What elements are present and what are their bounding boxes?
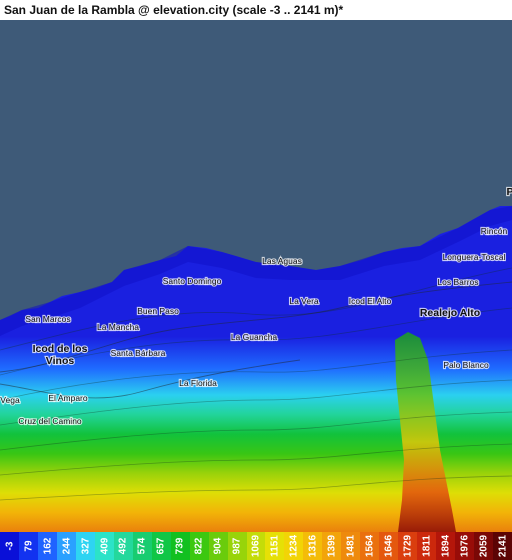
map-title: San Juan de la Rambla @ elevation.city (… <box>4 3 344 17</box>
legend-value-label: 1564 <box>364 534 376 558</box>
place-label-vega: Vega <box>0 395 20 405</box>
place-label-el-rincon: Rincón <box>481 226 508 236</box>
legend-value-label: 1894 <box>440 534 452 558</box>
place-label-realejo-alto: Realejo Alto <box>420 307 480 319</box>
legend-value-label: 1976 <box>459 534 471 558</box>
legend-cell: 1976 <box>455 532 475 560</box>
place-label-la-florida: La Florida <box>179 378 217 388</box>
legend-value-label: 987 <box>231 537 243 555</box>
legend-cell: 1729 <box>398 532 418 560</box>
place-label-santa-barbara: Santa Bárbara <box>111 348 166 358</box>
legend-cell: 2059 <box>474 532 494 560</box>
place-label-la-vera: La Vera <box>289 296 319 306</box>
place-label-la-guancha: La Guancha <box>231 332 278 342</box>
legend-cell: 574 <box>132 532 153 560</box>
legend-value-label: 657 <box>155 537 167 555</box>
legend-cell: 1316 <box>303 532 323 560</box>
legend-cell: 492 <box>113 532 134 560</box>
legend-cell: 79 <box>18 532 39 560</box>
legend-value-label: 739 <box>174 537 186 555</box>
legend-value-label: 162 <box>42 537 54 555</box>
legend-cell: 657 <box>151 532 172 560</box>
legend-value-label: 2141 <box>497 534 509 558</box>
place-label-san-marcos: San Marcos <box>25 314 70 324</box>
place-label-palo-blanco: Palo Blanco <box>443 360 489 370</box>
legend-cell: 244 <box>56 532 77 560</box>
legend-cell: 1894 <box>436 532 456 560</box>
legend-value-label: 1481 <box>345 534 357 558</box>
legend-cell: 1069 <box>246 532 266 560</box>
legend-cell: 739 <box>170 532 191 560</box>
legend-cell: 1234 <box>284 532 304 560</box>
legend-cell: 1646 <box>379 532 399 560</box>
legend-cell: 1151 <box>265 532 285 560</box>
legend-value-label: 574 <box>136 537 148 555</box>
legend-value-label: 492 <box>117 537 129 555</box>
legend-value-label: 1151 <box>269 535 281 557</box>
place-label-buen-paso: Buen Paso <box>137 306 179 316</box>
legend-cell: 1399 <box>322 532 342 560</box>
legend-value-label: 1316 <box>307 534 319 558</box>
legend-cell: 1564 <box>360 532 380 560</box>
legend-cell: 2141 <box>493 532 512 560</box>
legend-value-label: 244 <box>61 537 73 555</box>
legend-cell: 327 <box>75 532 96 560</box>
legend-cell: -3 <box>0 532 20 560</box>
legend-value-label: 1729 <box>402 534 414 558</box>
legend-value-label: 822 <box>193 537 205 555</box>
legend-cell: 1481 <box>341 532 361 560</box>
legend-cell: 822 <box>189 532 210 560</box>
legend-value-label: 2059 <box>478 534 490 558</box>
legend-value-label: 904 <box>212 537 224 555</box>
legend-value-label: 409 <box>99 537 111 555</box>
legend-value-label: 1069 <box>250 534 262 558</box>
place-label-la-mancha: La Mancha <box>97 322 139 332</box>
place-label-icod-el-alto: Icod El Alto <box>349 296 392 306</box>
legend-value-label: 1234 <box>288 534 300 558</box>
legend-cell: 1811 <box>417 532 437 560</box>
place-label-longuera-toscal: Longuera-Toscal <box>443 252 506 262</box>
legend-value-label: 1811 <box>421 535 433 557</box>
legend-value-label: -3 <box>4 541 16 551</box>
place-label-p-edge: P <box>506 186 512 198</box>
elevation-legend: -3 79 162 244 327 409 492 574 657 739 822 904 987 106… <box>0 532 512 560</box>
legend-cell: 409 <box>94 532 115 560</box>
legend-cell: 987 <box>227 532 247 560</box>
legend-cell: 904 <box>208 532 229 560</box>
place-label-santo-domingo: Santo Domingo <box>163 276 222 286</box>
legend-value-label: 1646 <box>383 534 395 558</box>
place-label-el-amparo: El Amparo <box>48 393 87 403</box>
place-label-las-aguas: Las Aguas <box>262 256 302 266</box>
elevation-map[interactable]: Santo Domingo La Vera Icod El Alto Realejo … <box>0 20 512 532</box>
legend-value-label: 327 <box>80 537 92 555</box>
place-label-cruz-del-camino: Cruz del Camino <box>18 416 82 426</box>
legend-value-label: 1399 <box>326 534 338 558</box>
legend-value-label: 79 <box>23 540 35 552</box>
place-label-los-barros: Los Barros <box>437 277 478 287</box>
legend-cell: 162 <box>37 532 58 560</box>
